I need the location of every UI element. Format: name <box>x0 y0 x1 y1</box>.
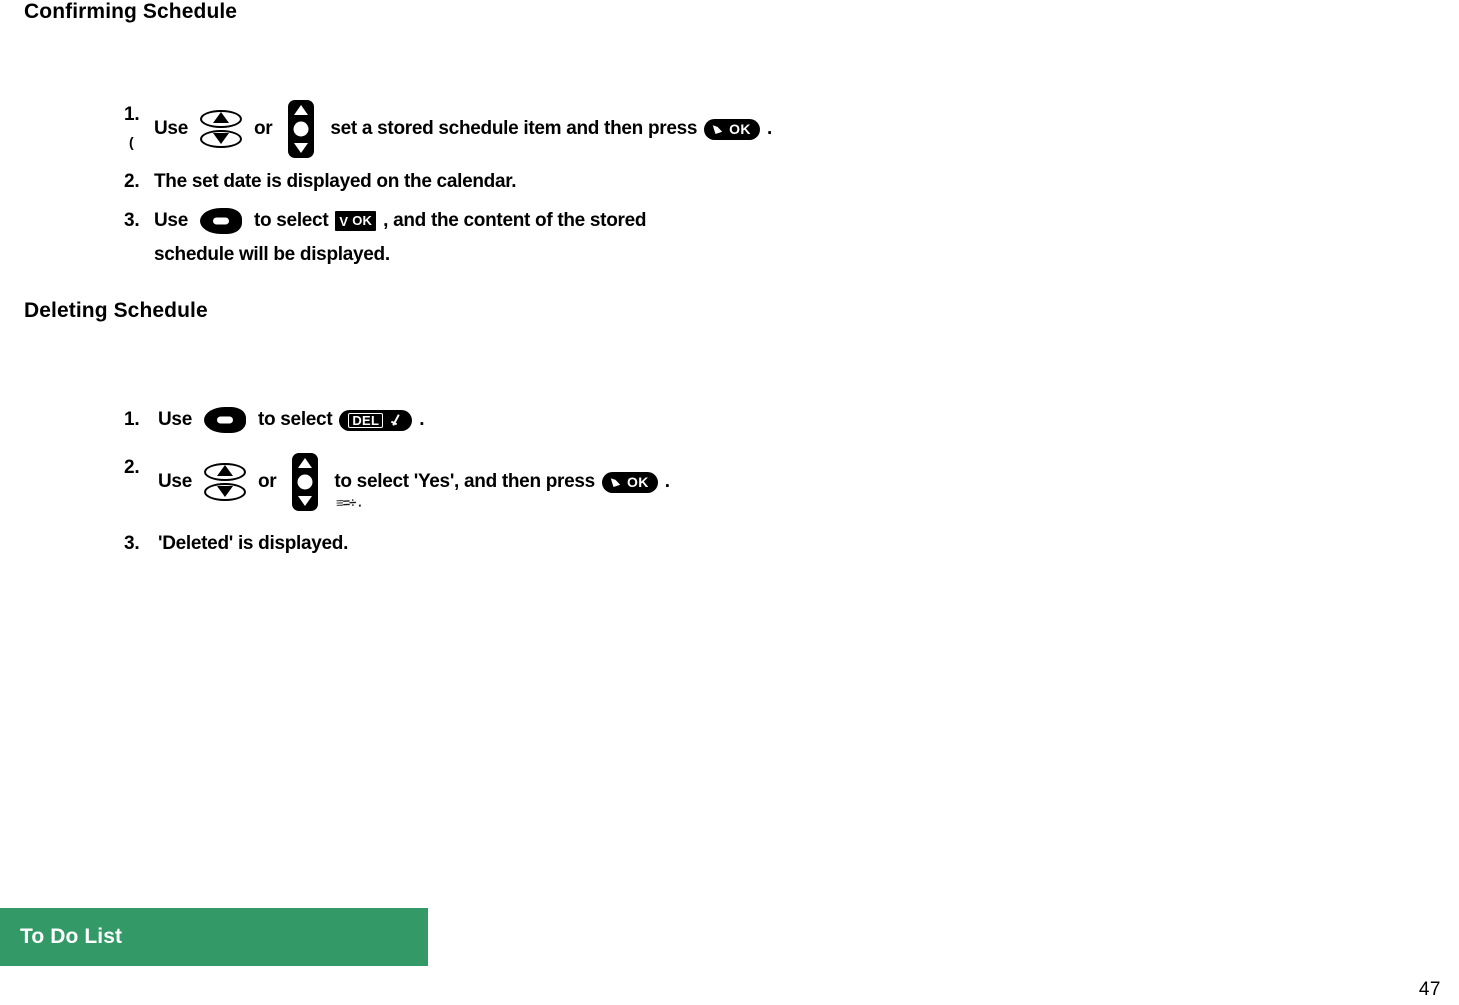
list-item: 1. Use or set a stored schedule item and… <box>124 100 1224 158</box>
updown-ellipse-key-icon <box>203 463 246 501</box>
softkey-badge-v-ok: V OK <box>335 211 377 231</box>
vertical-rocker-key-icon <box>288 100 315 158</box>
chapter-banner-label: To Do List <box>20 925 123 948</box>
step-body: Use or set a stored schedule item and th… <box>154 100 1224 158</box>
section-heading-deleting-schedule: Deleting Schedule <box>24 299 208 322</box>
step-number: 1. <box>124 104 140 125</box>
softkey-badge-label: OK <box>729 121 751 137</box>
step-text-before: Use <box>158 471 192 492</box>
step-text-before: Use <box>158 409 192 430</box>
page-number: 47 <box>1418 979 1441 1000</box>
list-item: 2. Use or to select 'Yes', and then pres… <box>124 453 1224 511</box>
softkey-blob-icon <box>203 407 246 433</box>
chapter-banner-to-do-list: To Do List <box>0 908 428 966</box>
softkey-badge-label: OK <box>626 474 649 490</box>
step-text-wrapped: schedule will be displayed. <box>154 244 390 265</box>
softkey-blob-icon <box>199 208 242 234</box>
step-number: 2. <box>124 171 140 192</box>
list-item: 3. 'Deleted' is displayed. <box>124 529 1224 559</box>
step-body: Use or to select 'Yes', and then press O… <box>158 453 1224 511</box>
step-number: 3. <box>124 210 140 231</box>
step-body: 'Deleted' is displayed. <box>158 529 1224 559</box>
step-text-end: . <box>766 118 772 139</box>
softkey-badge-label: OK <box>352 213 373 228</box>
delete-slash-icon <box>390 414 403 426</box>
step-body: Use to select DEL . <box>158 405 1224 435</box>
step-text-middle: to select <box>257 409 333 430</box>
procedure-list-deleting-schedule: 1. Use to select DEL . 2. Use or to sele… <box>124 405 1224 577</box>
step-text-after: to select 'Yes', and then press <box>334 471 595 492</box>
step-body: Use to select V OK , and the content of … <box>154 206 1224 270</box>
step-number: 2. <box>124 457 140 478</box>
step-text-end: . <box>664 471 670 492</box>
step-text-before: Use <box>154 118 188 139</box>
softkey-badge-del: DEL <box>339 409 413 431</box>
step-number: 1. <box>124 409 140 430</box>
step-text: 'Deleted' is displayed. <box>158 533 349 554</box>
step-text-middle: to select <box>253 210 329 231</box>
list-item: 1. Use to select DEL . <box>124 405 1224 435</box>
step-text: The set date is displayed on the calenda… <box>154 171 517 192</box>
softkey-badge-label: DEL <box>348 412 384 428</box>
step-text-before: Use <box>154 210 188 231</box>
step-text-middle: or <box>257 471 277 492</box>
vertical-rocker-key-icon <box>292 453 319 511</box>
step-text-after: set a stored schedule item and then pres… <box>330 118 698 139</box>
step-text-end: . <box>419 409 425 430</box>
cursor-arrow-icon <box>713 124 722 135</box>
step-text-after: , and the content of the stored <box>383 210 647 231</box>
softkey-badge-ok: OK <box>704 118 760 140</box>
step-number: 3. <box>124 533 140 554</box>
softkey-badge-glyph: V <box>339 213 349 229</box>
updown-ellipse-key-icon <box>199 110 242 148</box>
list-item: 2. The set date is displayed on the cale… <box>124 167 1224 197</box>
procedure-list-confirming-schedule: 1. Use or set a stored schedule item and… <box>124 100 1224 279</box>
step-text-middle: or <box>253 118 273 139</box>
cursor-arrow-icon <box>611 477 620 488</box>
step-body: The set date is displayed on the calenda… <box>154 167 1224 197</box>
softkey-badge-ok: OK <box>601 471 658 493</box>
list-item: 3. Use to select V OK , and the content … <box>124 206 1224 270</box>
section-heading-confirming-schedule: Confirming Schedule <box>24 0 238 23</box>
